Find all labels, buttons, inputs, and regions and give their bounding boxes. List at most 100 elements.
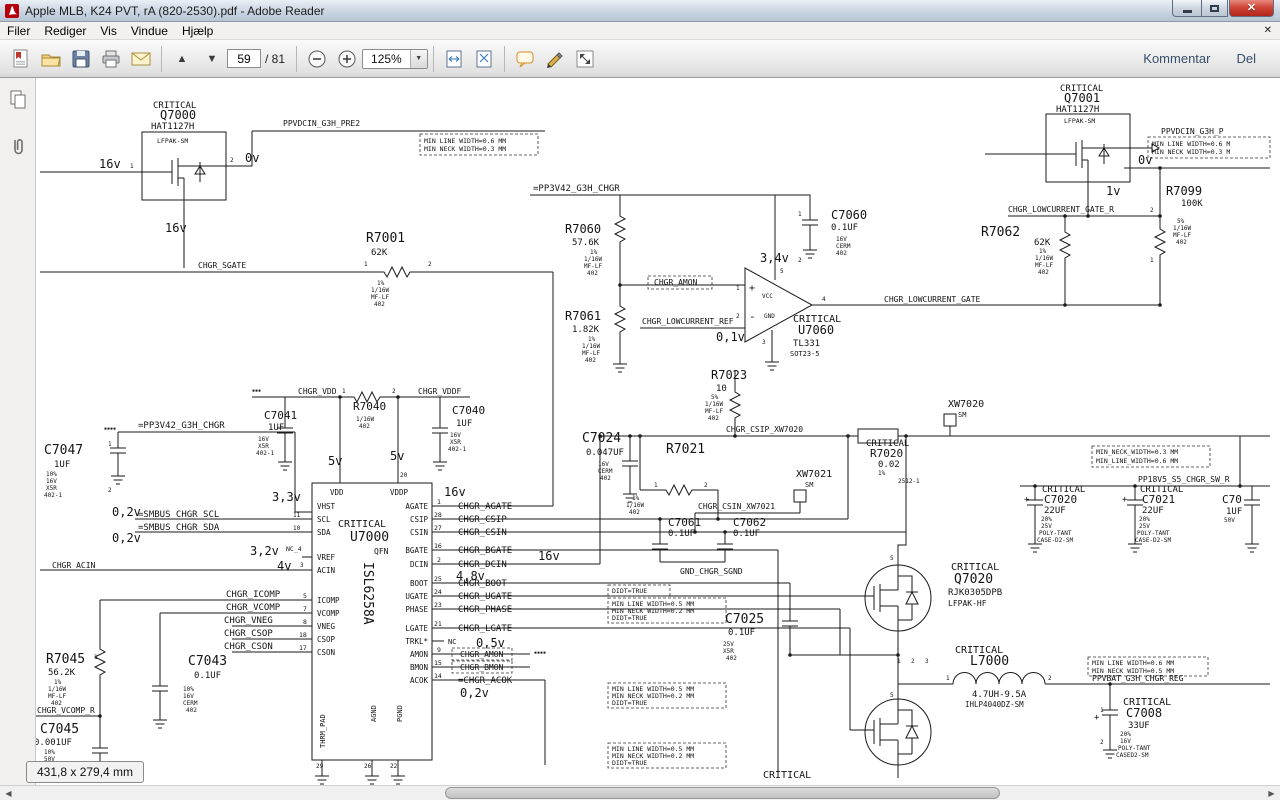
envelope-icon: [131, 52, 151, 65]
next-page-button[interactable]: ▼: [197, 44, 227, 74]
schematic-label: 402: [186, 707, 197, 714]
schematic-label: 2: [1048, 675, 1052, 682]
schematic-label: 10%: [46, 471, 57, 478]
zoom-in-button[interactable]: [332, 44, 362, 74]
schematic-label: 3,2v: [250, 544, 279, 558]
schematic-label: CHGR_ICOMP: [226, 590, 281, 600]
menu-hjaelp[interactable]: Hjælp: [175, 23, 220, 39]
scroll-right-icon[interactable]: ▶: [1263, 786, 1280, 800]
toolbar-separator: [432, 45, 434, 72]
schematic-label: 10%: [183, 686, 194, 693]
schematic-label: C70: [1222, 493, 1242, 506]
schematic-label: VDDP: [390, 488, 409, 497]
schematic-label: MF-LF: [1035, 262, 1053, 269]
menu-bar: Filer Rediger Vis Vindue Hjælp ✕: [0, 22, 1280, 40]
page-thumbnails-button[interactable]: [5, 86, 31, 112]
scrollbar-thumb[interactable]: [445, 787, 1000, 799]
email-button[interactable]: [126, 44, 156, 74]
sign-tool-button[interactable]: [540, 44, 570, 74]
menu-vis[interactable]: Vis: [93, 23, 123, 39]
schematic-label: CERM: [836, 243, 851, 250]
schematic-label: 0.1UF: [733, 529, 760, 539]
schematic-label: 4v: [277, 559, 291, 573]
schematic-label: CHGR_CSIP_XW7020: [726, 425, 803, 434]
schematic-label: HAT1127H: [151, 122, 194, 132]
schematic-label: 2: [911, 658, 915, 665]
floppy-disk-icon: [72, 50, 90, 67]
schematic-label: 402: [708, 415, 719, 422]
comment-tool-button[interactable]: [510, 44, 540, 74]
schematic-label: CHGR_ACIN: [52, 561, 96, 570]
schematic-label: 1/16W: [48, 686, 66, 693]
schematic-label: 0.1UF: [831, 223, 858, 233]
schematic-label: CHGR_LOWCURRENT_GATE: [884, 295, 981, 304]
schematic-label: 1%: [54, 679, 62, 686]
schematic-label: 20: [400, 472, 408, 479]
fit-width-button[interactable]: [439, 44, 469, 74]
close-button[interactable]: ✕: [1229, 0, 1274, 17]
horizontal-scrollbar[interactable]: ◀ ▶: [0, 785, 1280, 800]
menu-rediger[interactable]: Rediger: [37, 23, 93, 39]
menu-close-icon[interactable]: ✕: [1264, 25, 1272, 36]
schematic-label: 25: [434, 575, 442, 583]
schematic-label: XW7021: [796, 469, 832, 480]
zoom-out-button[interactable]: [302, 44, 332, 74]
schematic-label: MIN NECK WIDTH=0.3 MM: [424, 145, 506, 153]
navigation-sidebar: [0, 78, 36, 785]
schematic-label: 402: [629, 509, 640, 516]
menu-vindue[interactable]: Vindue: [124, 23, 175, 39]
schematic-label: PPVBAT_G3H_CHGR_REG: [1092, 674, 1184, 683]
schematic-label: AGATE: [405, 502, 428, 511]
attachments-button[interactable]: [5, 134, 31, 160]
kommentar-button[interactable]: Kommentar: [1143, 51, 1210, 66]
scroll-left-icon[interactable]: ◀: [0, 786, 17, 800]
schematic-label: CHGR_CSON: [224, 642, 273, 652]
menu-filer[interactable]: Filer: [0, 23, 37, 39]
save-button[interactable]: [66, 44, 96, 74]
schematic-label: 2: [1150, 207, 1154, 214]
schematic-label: 100K: [1181, 199, 1203, 209]
schematic-label: C7021: [1142, 493, 1175, 506]
schematic-label: NC: [448, 638, 456, 646]
pages-icon: [10, 90, 25, 109]
schematic-label: 26: [364, 763, 372, 770]
previous-page-button[interactable]: ▲: [167, 44, 197, 74]
schematic-label: Q7001: [1064, 91, 1100, 105]
print-button[interactable]: [96, 44, 126, 74]
schematic-label: 402: [359, 423, 370, 430]
fit-page-button[interactable]: [469, 44, 499, 74]
maximize-button[interactable]: [1201, 0, 1228, 17]
schematic-label: 2: [230, 157, 234, 164]
schematic-label: 1: [108, 441, 112, 448]
del-button[interactable]: Del: [1236, 51, 1256, 66]
schematic-label: 16V: [258, 436, 269, 443]
open-button[interactable]: [36, 44, 66, 74]
schematic-label: R7099: [1166, 184, 1202, 198]
fullscreen-button[interactable]: [570, 44, 600, 74]
schematic-label: U7060: [798, 323, 834, 337]
page-number-input[interactable]: [227, 49, 261, 68]
schematic-label: -: [749, 310, 756, 323]
toolbar-right-actions: Kommentar Del: [1143, 51, 1274, 66]
zoom-level-dropdown[interactable]: 125% ▼: [362, 48, 428, 69]
open-recent-button[interactable]: [6, 44, 36, 74]
schematic-label: 1.82K: [572, 325, 600, 335]
schematic-label: 402: [836, 250, 847, 257]
schematic-label: 1: [1150, 257, 1154, 264]
schematic-label: 2: [704, 482, 708, 489]
schematic-label: 3,4v: [760, 251, 789, 265]
schematic-label: 9: [437, 646, 441, 654]
schematic-label: MIN_LINE_WIDTH=0.6 MM: [1096, 457, 1178, 465]
schematic-label: 3: [925, 658, 929, 665]
schematic-label: ▪▪▪: [252, 388, 261, 394]
schematic-label: C7060: [831, 208, 867, 222]
schematic-label: MF-LF: [705, 408, 723, 415]
schematic-label: =SMBUS_CHGR_SCL: [138, 510, 219, 520]
schematic-label: 1: [437, 498, 441, 506]
schematic-label: 1: [654, 482, 658, 489]
schematic-label: 0,2v: [112, 531, 141, 545]
minimize-button[interactable]: [1172, 0, 1201, 17]
page-dimensions-badge: 431,8 x 279,4 mm: [26, 761, 145, 783]
schematic-label: 1/16W: [705, 401, 723, 408]
schematic-label: MF-LF: [584, 263, 602, 270]
